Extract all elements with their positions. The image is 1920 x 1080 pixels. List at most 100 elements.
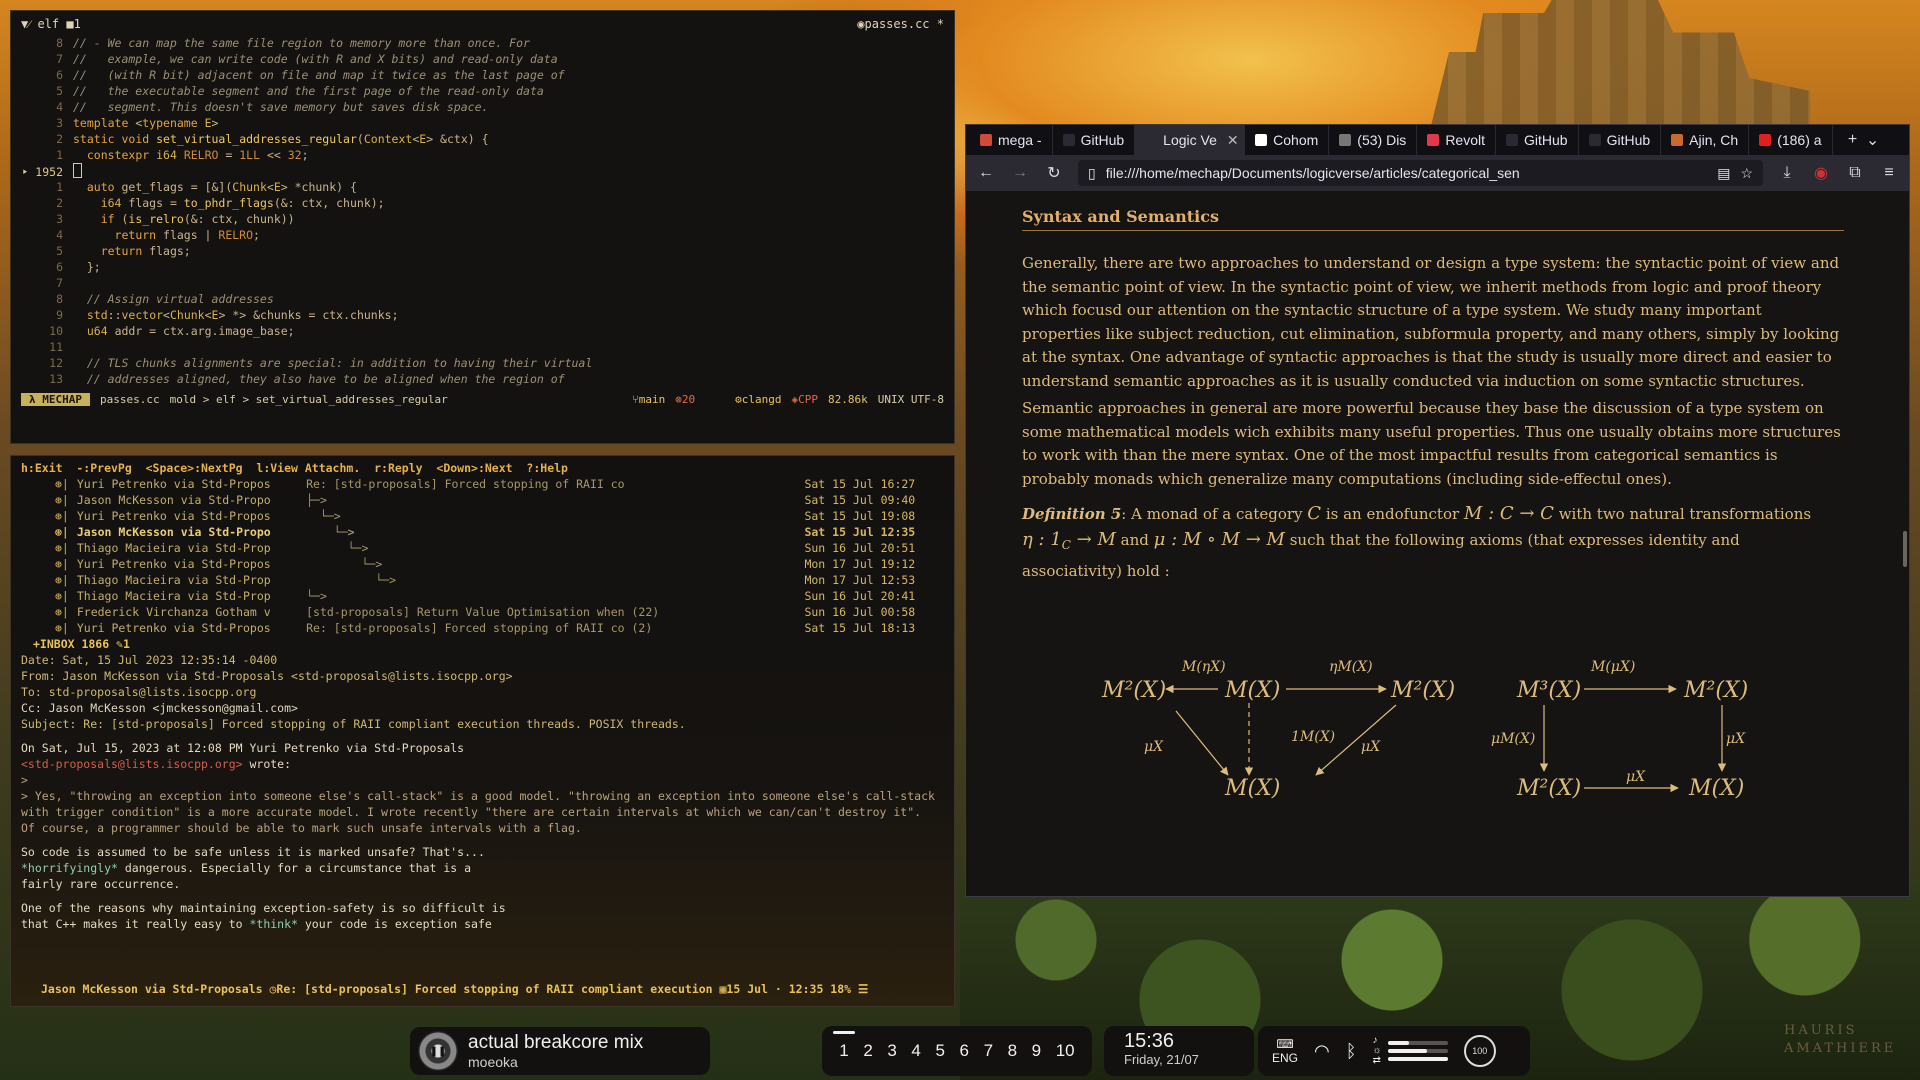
line-number: 2 [56, 132, 63, 146]
favicon-icon [1506, 134, 1518, 146]
code-line[interactable]: 2 i64 flags = to_phdr_flags(&: ctx, chun… [21, 195, 944, 211]
clock-widget[interactable]: 15:36 Friday, 21/07 [1104, 1026, 1254, 1076]
shield-icon: ⊛| [54, 557, 69, 571]
extensions-icon[interactable]: ⧉ [1845, 164, 1865, 182]
code-line[interactable]: 7 [21, 275, 944, 291]
node-left-tl: M²(X) [1101, 678, 1166, 703]
workspace-10[interactable]: 10 [1056, 1041, 1075, 1061]
page-content[interactable]: Syntax and Semantics Generally, there ar… [966, 191, 1909, 896]
workspace-1[interactable]: 1 [832, 1031, 856, 1061]
bookmark-star-icon[interactable]: ☆ [1740, 165, 1753, 182]
code-line[interactable]: 6 // (with R bit) adjacent on file and ma… [21, 67, 944, 83]
browser-tab[interactable]: GitHub [1579, 125, 1662, 155]
message-row[interactable]: ⊛| Yuri Petrenko via Std-Propos └─> Mon 17… [21, 556, 944, 572]
message-row[interactable]: ⊛| Yuri Petrenko via Std-Propos └─> Sat 15… [21, 508, 944, 524]
editor-file-tab[interactable]: passes.cc [865, 17, 930, 31]
pause-icon[interactable]: ❚❚ [418, 1031, 458, 1071]
reader-view-icon[interactable]: ▤ [1717, 165, 1730, 182]
mic-slider[interactable] [1387, 1057, 1448, 1061]
code-line[interactable]: 1 constexpr i64 RELRO = 1LL << 32; [21, 147, 944, 163]
tab-label: Cohom [1273, 132, 1319, 148]
workspace-4[interactable]: 4 [911, 1041, 920, 1061]
close-tab-icon[interactable]: ✕ [1227, 132, 1239, 149]
message-row[interactable]: ⊛| Jason McKesson via Std-Propo ├─> Sat 15 … [21, 492, 944, 508]
workspace-2[interactable]: 2 [863, 1041, 872, 1061]
code-line[interactable]: 7 // example, we can write code (with R a… [21, 51, 944, 67]
message-subject: Re: [std-proposals] Forced stopping of R… [306, 477, 625, 491]
url-bar[interactable]: ▯ file:///home/mechap/Documents/logicver… [1078, 160, 1763, 186]
code-line[interactable]: 11 [21, 339, 944, 355]
header-subject: Subject: Re: [std-proposals] Forced stop… [21, 717, 686, 731]
message-row[interactable]: ⊛| Thiago Macieira via Std-Prop └─> Mon 17… [21, 572, 944, 588]
ublock-icon[interactable]: ◉ [1811, 163, 1831, 183]
message-row[interactable]: ⊛| Yuri Petrenko via Std-Propos Re: [std-p… [21, 476, 944, 492]
battery-indicator[interactable]: 100 [1463, 1035, 1496, 1067]
code-line[interactable]: 6 }; [21, 259, 944, 275]
browser-tab[interactable]: Logic Ve ✕ [1135, 125, 1246, 155]
email-link[interactable]: <std-proposals@lists.isocpp.org> [21, 757, 243, 771]
code-line[interactable]: 10 u64 addr = ctx.arg.image_base; [21, 323, 944, 339]
browser-window[interactable]: mega - GitHub Logic Ve ✕ Cohom (53) Dis Revolt… [965, 124, 1910, 897]
code-line[interactable]: 8 // - We can map the same file region to… [21, 35, 944, 51]
reload-icon[interactable]: ↻ [1044, 163, 1064, 183]
keyboard-layout[interactable]: ⌨ ENG [1272, 1037, 1298, 1065]
volume-slider[interactable] [1387, 1041, 1448, 1045]
message-row[interactable]: ⊛| Jason McKesson via Std-Propo └─> Sat 15… [21, 524, 944, 540]
browser-tab[interactable]: GitHub [1496, 125, 1579, 155]
brightness-slider[interactable] [1387, 1049, 1448, 1053]
message-row[interactable]: ⊛| Thiago Macieira via Std-Prop └─> Sun 16 … [21, 588, 944, 604]
workspace-9[interactable]: 9 [1032, 1041, 1041, 1061]
message-row[interactable]: ⊛| Frederick Virchanza Gotham v [std-propo… [21, 604, 944, 620]
code-line[interactable]: 13 // addresses aligned, they also have … [21, 371, 944, 387]
browser-tab[interactable]: (53) Dis [1329, 125, 1418, 155]
browser-tab[interactable]: mega - [970, 125, 1053, 155]
forward-icon[interactable]: → [1010, 164, 1030, 182]
code-line[interactable]: 8 // Assign virtual addresses [21, 291, 944, 307]
workspace-6[interactable]: 6 [960, 1041, 969, 1061]
page-scrollbar[interactable] [1903, 531, 1907, 567]
commutative-diagrams: M²(X) M(X) M²(X) M(X) M³(X) M²(X) M²(X) … [1101, 659, 1748, 801]
mail-client-window[interactable]: h:Exit -:PrevPg <Space>:NextPg l:View At… [10, 455, 955, 1007]
workspace-7[interactable]: 7 [984, 1041, 993, 1061]
browser-tab[interactable]: (186) a [1749, 125, 1833, 155]
workspace-3[interactable]: 3 [887, 1041, 896, 1061]
code-line[interactable]: 3 if (is_relro(&: ctx, chunk)) [21, 211, 944, 227]
workspace-8[interactable]: 8 [1008, 1041, 1017, 1061]
code-area[interactable]: 8 // - We can map the same file region to… [21, 35, 944, 387]
bluetooth-icon[interactable]: ᛒ [1346, 1041, 1357, 1062]
back-icon[interactable]: ← [976, 164, 996, 182]
new-tab-icon[interactable]: + [1843, 131, 1863, 149]
editor-window[interactable]: ▼⁄ elf ■1 ◉passes.cc * 8// - We can map … [10, 10, 955, 444]
code-line[interactable]: 4 return flags | RELRO; [21, 227, 944, 243]
message-index[interactable]: ⊛| Yuri Petrenko via Std-Propos Re: [std-p… [21, 476, 944, 636]
downloads-icon[interactable]: ⤓ [1777, 164, 1797, 182]
nav-toolbar: ← → ↻ ▯ file:///home/mechap/Documents/lo… [966, 155, 1909, 191]
browser-tab[interactable]: Revolt [1417, 125, 1496, 155]
menu-icon[interactable]: ≡ [1879, 164, 1899, 182]
code-text: // example, we can write code (with R an… [73, 52, 558, 66]
clock-date: Friday, 21/07 [1124, 1052, 1199, 1067]
code-line[interactable]: ‣ 1952 [21, 163, 944, 179]
code-line[interactable]: 2 static void set_virtual_addresses_regul… [21, 131, 944, 147]
list-tabs-icon[interactable]: ⌄ [1863, 130, 1883, 150]
line-number: 5 [56, 244, 63, 258]
browser-tab[interactable]: GitHub [1053, 125, 1136, 155]
code-text: // the executable segment and the first … [73, 84, 544, 98]
code-line[interactable]: 5 return flags; [21, 243, 944, 259]
code-line[interactable]: 12 // TLS chunks alignments are special:… [21, 355, 944, 371]
browser-tab[interactable]: Ajin, Ch [1661, 125, 1750, 155]
message-row[interactable]: ⊛| Yuri Petrenko via Std-Propos Re: [std-p… [21, 620, 944, 636]
code-line[interactable]: 3 template <typename E> [21, 115, 944, 131]
code-line[interactable]: 1 auto get_flags = [&](Chunk<E> *chunk) … [21, 179, 944, 195]
header-to: To: std-proposals@lists.isocpp.org [21, 685, 257, 699]
code-line[interactable]: 5 // the executable segment and the first… [21, 83, 944, 99]
wifi-icon[interactable]: ◠ [1314, 1041, 1330, 1062]
media-player-widget[interactable]: ❚❚ actual breakcore mix moeoka [410, 1027, 710, 1075]
browser-tab[interactable]: Cohom [1245, 125, 1330, 155]
workspace-5[interactable]: 5 [935, 1041, 944, 1061]
url-text[interactable]: file:///home/mechap/Documents/logicverse… [1106, 165, 1707, 181]
code-line[interactable]: 4 // segment. This doesn't save memory bu… [21, 99, 944, 115]
message-row[interactable]: ⊛| Thiago Macieira via Std-Prop └─> Sun 16… [21, 540, 944, 556]
filetype: CPP [798, 392, 819, 406]
code-line[interactable]: 9 std::vector<Chunk<E> *> &chunks = ctx.… [21, 307, 944, 323]
